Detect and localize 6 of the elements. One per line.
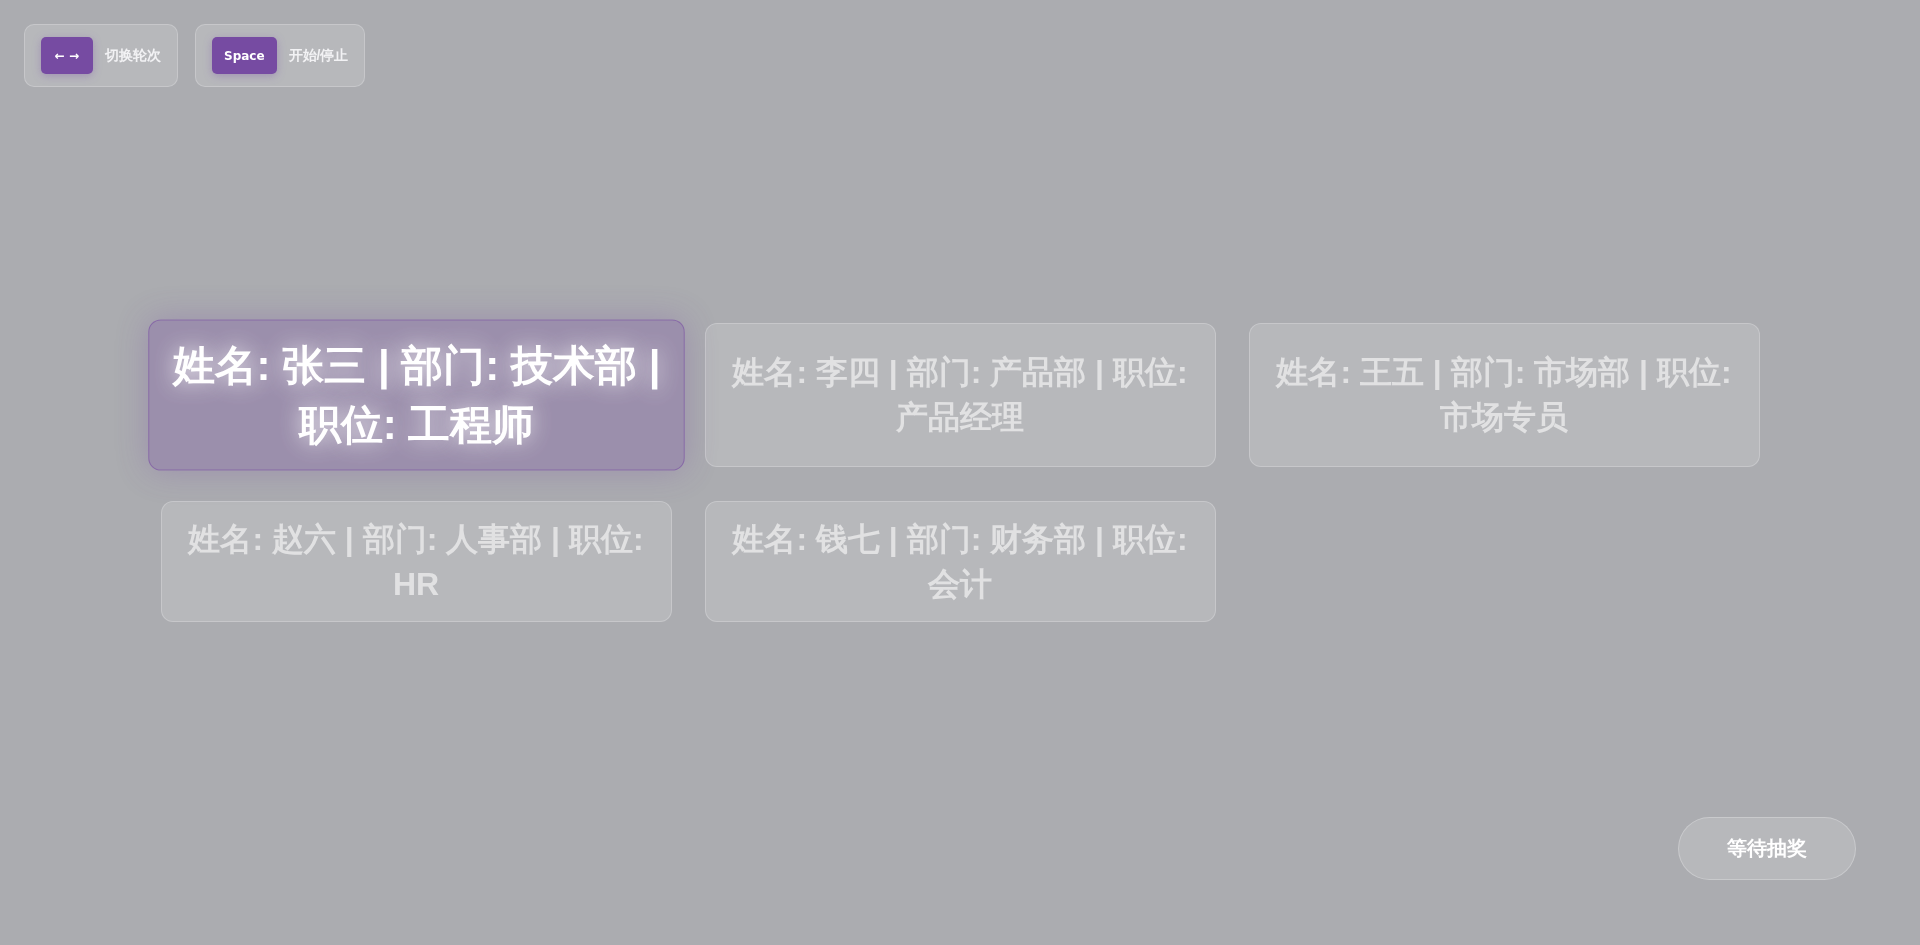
status-button[interactable]: 等待抽奖	[1678, 817, 1856, 880]
candidate-card: 姓名: 张三 | 部门: 技术部 | 职位: 工程师	[147, 319, 685, 471]
hint-label: 切换轮次	[105, 46, 161, 65]
hint-label: 开始/停止	[288, 46, 349, 65]
keyboard-key: Space	[212, 37, 277, 74]
keyboard-key: ← →	[41, 37, 93, 74]
